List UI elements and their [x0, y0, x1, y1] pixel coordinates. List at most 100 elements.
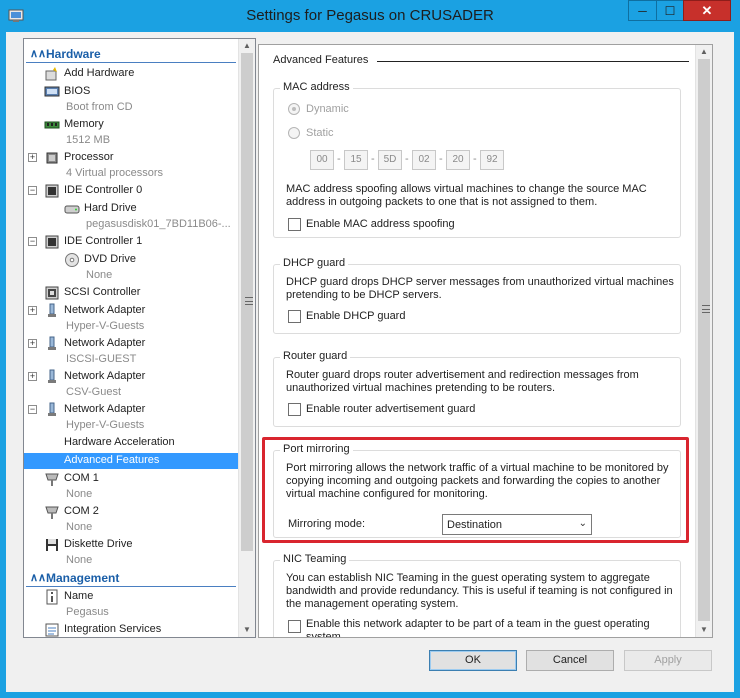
minimize-icon: ─ — [638, 3, 647, 18]
management-section-header[interactable]: ∧∧ Management — [26, 571, 236, 587]
tree-item-bios[interactable]: BIOS — [24, 84, 238, 100]
tree-item-advanced-features[interactable]: Advanced Features — [24, 453, 238, 469]
dhcp-guard-title: DHCP guard — [280, 257, 349, 269]
expand-icon[interactable]: + — [28, 306, 37, 315]
tree-item-network-adapter[interactable]: − Network Adapter — [24, 402, 238, 418]
mac-spoofing-description: MAC address spoofing allows virtual mach… — [286, 183, 647, 208]
network-adapter-icon — [48, 303, 56, 317]
expand-icon[interactable]: + — [28, 339, 37, 348]
mac-separator: - — [439, 153, 443, 165]
nic-teaming-label: Enable this network adapter to be part o… — [306, 618, 650, 638]
scroll-down-icon[interactable]: ▼ — [242, 625, 252, 635]
dynamic-radio[interactable] — [288, 103, 300, 115]
tree-item-dvd-drive[interactable]: DVD Drive — [24, 252, 238, 268]
diskette-icon — [46, 539, 58, 551]
tree-item-scsi-controller[interactable]: SCSI Controller — [24, 285, 238, 301]
tree-item-hardware-acceleration[interactable]: Hardware Acceleration — [24, 435, 238, 451]
collapse-chevron-icon: ∧∧ — [30, 48, 47, 60]
tree-item-network-adapter[interactable]: + Network Adapter — [24, 369, 238, 385]
com-port-icon — [45, 473, 59, 486]
tree-item-com-2-detail: None — [66, 521, 93, 533]
ide-controller-icon — [45, 184, 59, 198]
processor-icon — [46, 152, 58, 164]
mac-octet-input[interactable]: 15 — [344, 150, 368, 170]
maximize-button[interactable]: ☐ — [656, 0, 684, 21]
tree-item-diskette-drive[interactable]: Diskette Drive — [24, 537, 238, 553]
tree-item-network-adapter[interactable]: + Network Adapter — [24, 336, 238, 352]
tree-item-com-2[interactable]: COM 2 — [24, 504, 238, 520]
tree-scrollbar[interactable]: ▲ ▼ — [238, 39, 255, 637]
panel-scrollbar[interactable]: ▲ ▼ — [695, 45, 712, 637]
mac-octet-input[interactable]: 92 — [480, 150, 504, 170]
tree-item-hard-drive[interactable]: Hard Drive — [24, 201, 238, 217]
mac-octet-input[interactable]: 5D — [378, 150, 402, 170]
mac-spoofing-checkbox[interactable] — [288, 218, 301, 231]
mac-separator: - — [337, 153, 341, 165]
name-tag-icon — [46, 589, 58, 605]
dhcp-guard-checkbox[interactable] — [288, 310, 301, 323]
tree-item-hard-drive-detail: pegasusdisk01_7BD11B06-... — [86, 218, 231, 230]
network-adapter-icon — [48, 369, 56, 383]
hardware-section-header[interactable]: ∧∧ Hardware — [26, 47, 236, 63]
router-guard-title: Router guard — [280, 350, 351, 362]
port-mirroring-highlight — [262, 437, 689, 543]
collapse-chevron-icon: ∧∧ — [30, 572, 47, 584]
static-radio[interactable] — [288, 127, 300, 139]
tree-item-network-adapter-detail: Hyper-V-Guests — [66, 320, 145, 332]
cancel-button[interactable]: Cancel — [526, 650, 614, 671]
expand-icon[interactable]: + — [28, 372, 37, 381]
mac-spoofing-label: Enable MAC address spoofing — [306, 218, 455, 230]
mac-separator: - — [405, 153, 409, 165]
scroll-up-icon[interactable]: ▲ — [242, 41, 252, 51]
scroll-up-icon[interactable]: ▲ — [699, 47, 709, 57]
tree-item-network-adapter-detail: ISCSI-GUEST — [66, 353, 137, 365]
collapse-icon[interactable]: − — [28, 237, 37, 246]
router-guard-checkbox[interactable] — [288, 403, 301, 416]
apply-button[interactable]: Apply — [624, 650, 712, 671]
nic-teaming-description: You can establish NIC Teaming in the gue… — [286, 572, 673, 610]
advanced-features-panel: Advanced Features MAC address Dynamic St… — [258, 44, 713, 638]
dhcp-guard-label: Enable DHCP guard — [306, 310, 406, 322]
tree-item-add-hardware[interactable]: Add Hardware — [24, 66, 238, 82]
network-adapter-icon — [48, 402, 56, 416]
tree-item-com-1[interactable]: COM 1 — [24, 471, 238, 487]
tree-item-ide-controller-1[interactable]: − IDE Controller 1 — [24, 234, 238, 250]
tree-item-processor[interactable]: + Processor — [24, 150, 238, 166]
collapse-icon[interactable]: − — [28, 405, 37, 414]
grip-icon — [702, 305, 710, 313]
panel-content: Advanced Features MAC address Dynamic St… — [259, 45, 696, 637]
tree-item-name[interactable]: Name — [24, 589, 238, 605]
collapse-icon[interactable]: − — [28, 186, 37, 195]
nic-teaming-group: NIC Teaming You can establish NIC Teamin… — [273, 553, 681, 638]
tree-item-integration-services[interactable]: Integration Services — [24, 622, 238, 638]
title-bar[interactable]: Settings for Pegasus on CRUSADER ─ ☐ ✕ — [0, 0, 740, 32]
integration-services-icon — [45, 623, 59, 637]
tree-item-network-adapter[interactable]: + Network Adapter — [24, 303, 238, 319]
tree-item-ide-controller-0[interactable]: − IDE Controller 0 — [24, 183, 238, 199]
tree-item-network-adapter-detail: CSV-Guest — [66, 386, 122, 398]
add-hardware-icon — [45, 67, 57, 81]
mac-octet-input[interactable]: 00 — [310, 150, 334, 170]
nic-teaming-checkbox[interactable] — [288, 620, 301, 633]
tree-item-diskette-drive-detail: None — [66, 554, 93, 566]
tree-item-name-detail: Pegasus — [66, 606, 109, 618]
mac-octet-input[interactable]: 20 — [446, 150, 470, 170]
tree-item-memory-detail: 1512 MB — [66, 134, 111, 146]
scroll-thumb[interactable] — [241, 53, 253, 551]
router-guard-label: Enable router advertisement guard — [306, 403, 476, 415]
close-icon: ✕ — [701, 2, 713, 18]
close-button[interactable]: ✕ — [683, 0, 731, 21]
mac-separator: - — [473, 153, 477, 165]
tree-item-processor-detail: 4 Virtual processors — [66, 167, 164, 179]
ok-button[interactable]: OK — [429, 650, 517, 671]
minimize-button[interactable]: ─ — [628, 0, 657, 21]
scroll-thumb[interactable] — [698, 59, 710, 621]
settings-tree: ∧∧ Hardware Add Hardware BIOS Boot from … — [23, 38, 256, 638]
maximize-icon: ☐ — [664, 3, 676, 18]
bios-icon — [44, 86, 60, 97]
tree-item-memory[interactable]: Memory — [24, 117, 238, 133]
expand-icon[interactable]: + — [28, 153, 37, 162]
scroll-down-icon[interactable]: ▼ — [699, 625, 709, 635]
mac-octet-input[interactable]: 02 — [412, 150, 436, 170]
com-port-icon — [45, 506, 59, 519]
